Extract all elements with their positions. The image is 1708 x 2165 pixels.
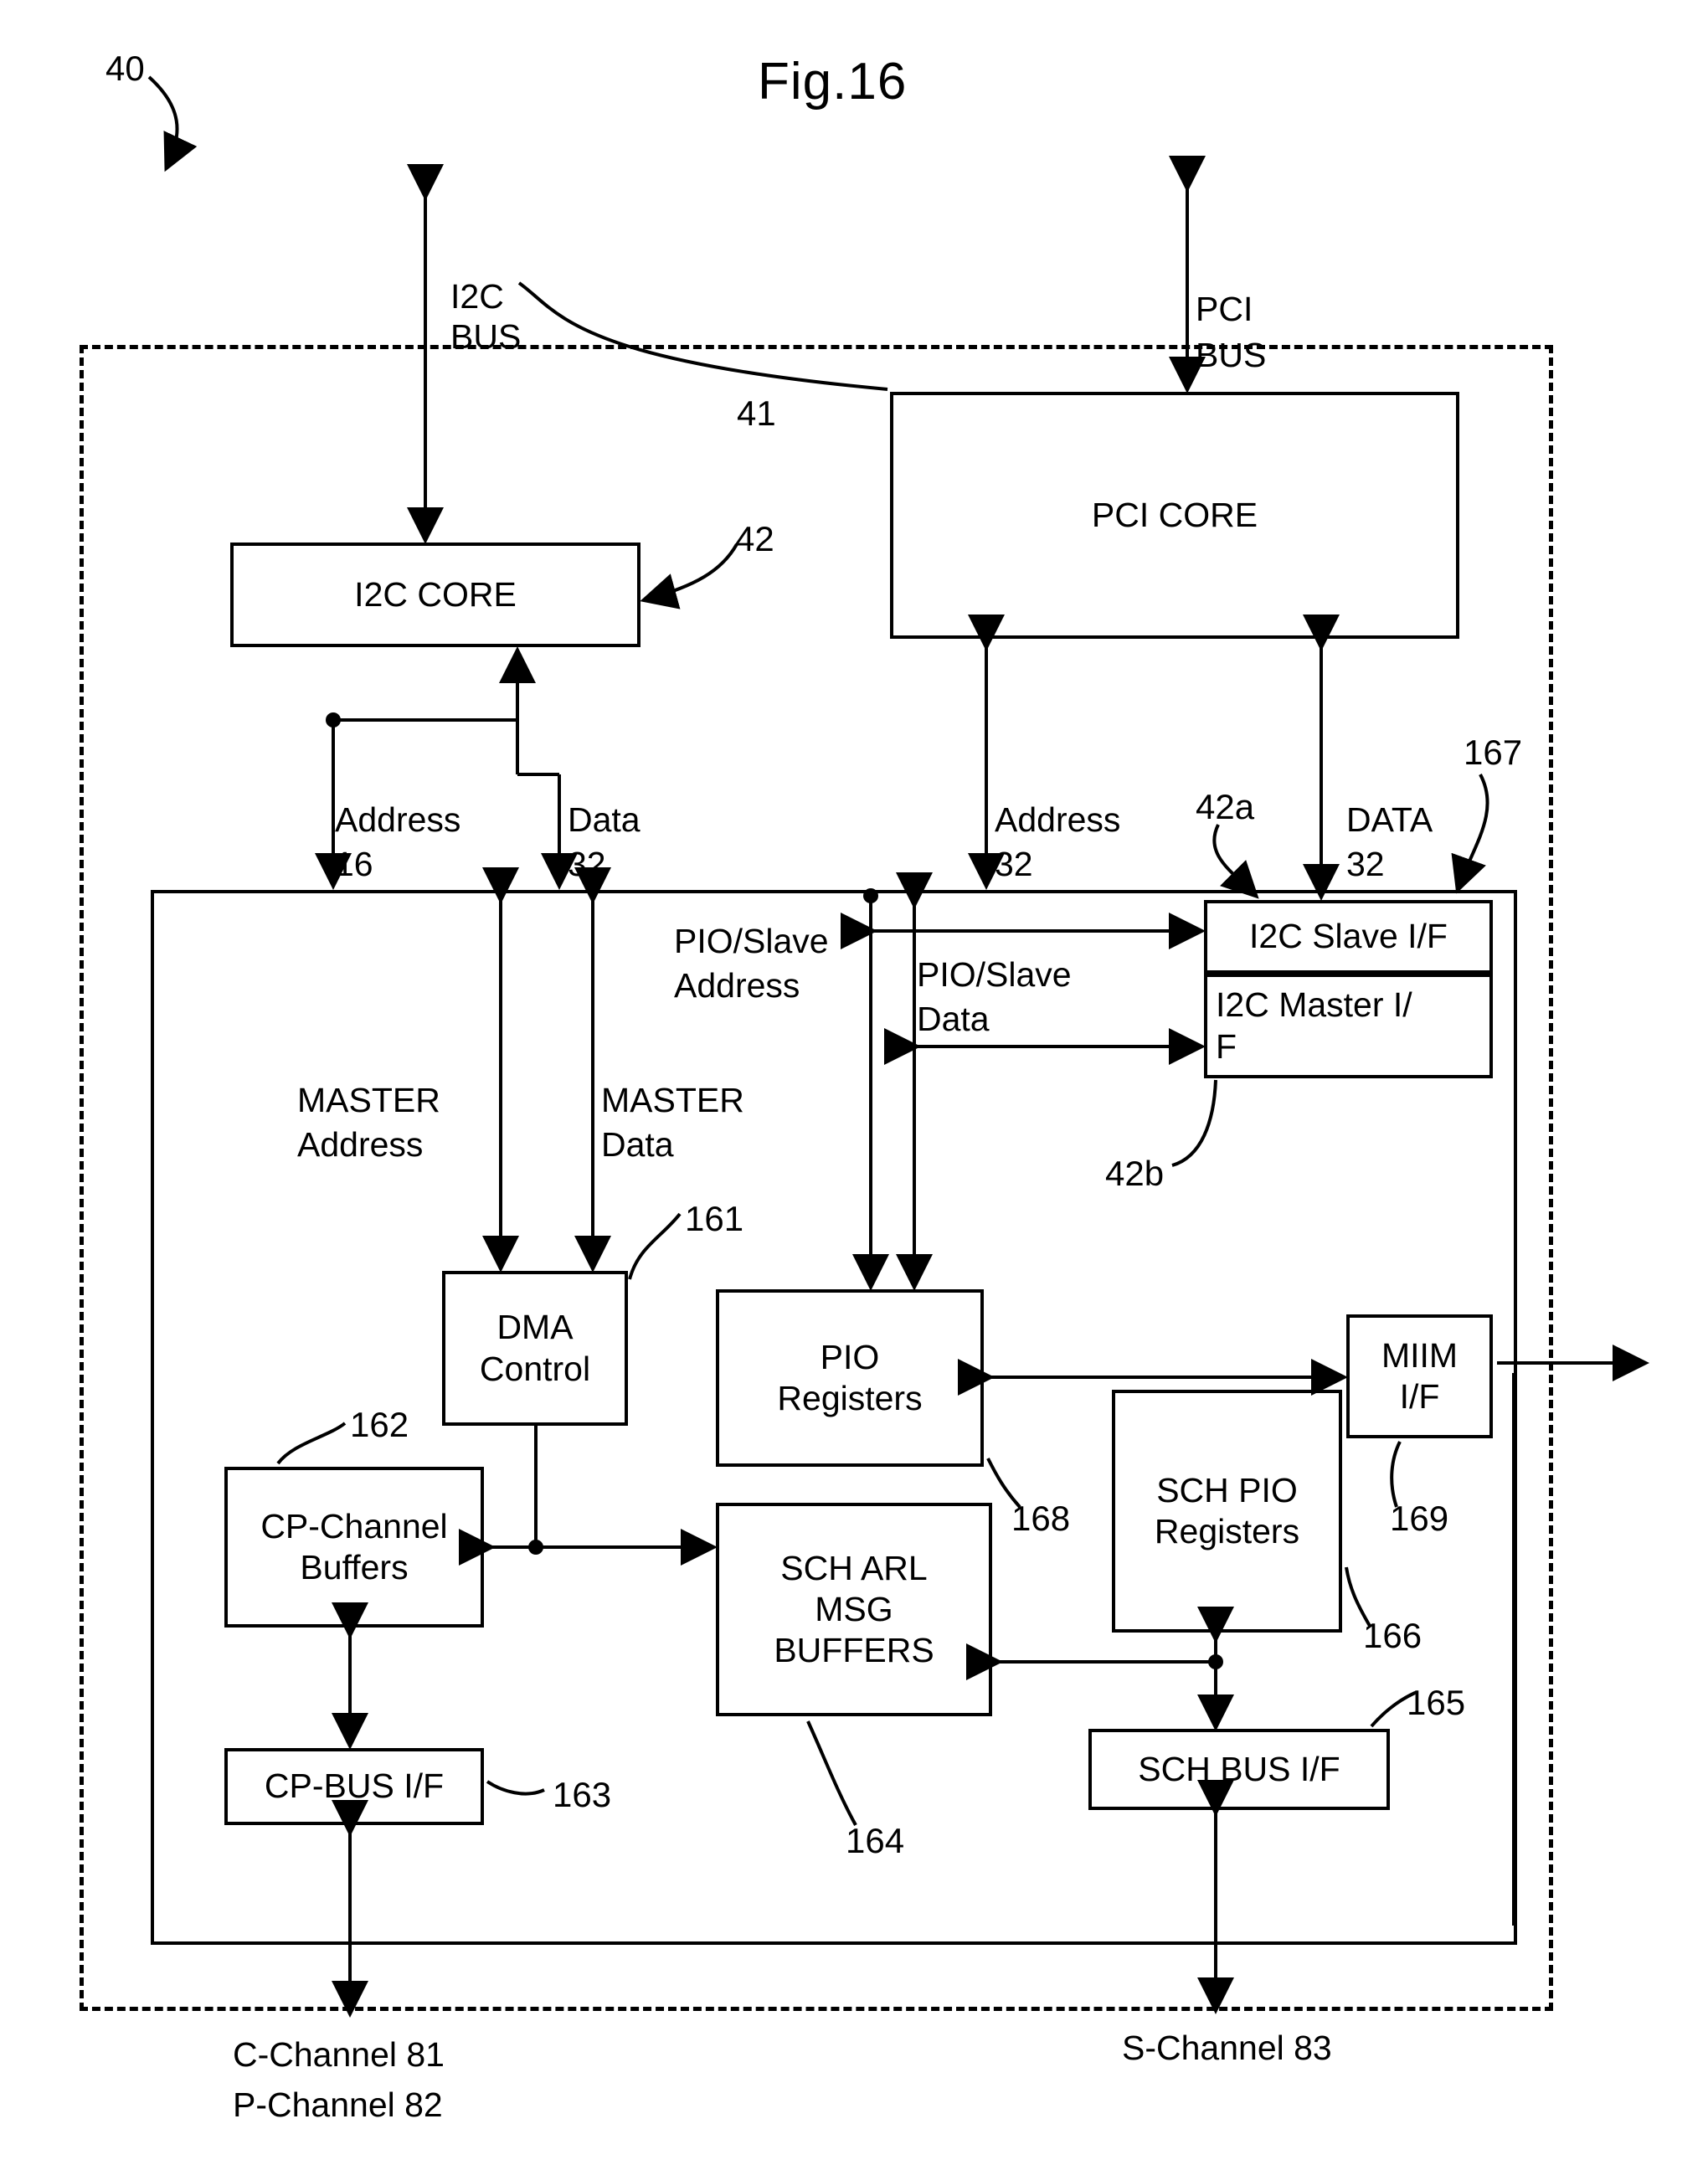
label-s-channel: S-Channel 83	[1122, 2029, 1332, 2067]
block-pio-registers-label-line1: PIO	[820, 1337, 880, 1376]
reference-165: 165	[1407, 1683, 1466, 1722]
block-i2c-core-label: I2C CORE	[354, 574, 517, 614]
block-miim-if-label-line1: MIIM	[1381, 1335, 1458, 1375]
label-master-address-line1: MASTER	[297, 1081, 440, 1119]
block-sch-arl-msg-buffers-label-line2: MSG	[815, 1589, 893, 1628]
label-master-data-line2: Data	[601, 1125, 674, 1164]
block-i2c-core[interactable]: I2C CORE	[230, 543, 640, 647]
reference-42: 42	[735, 519, 774, 558]
block-sch-arl-msg-buffers-label-line1: SCH ARL	[780, 1548, 928, 1587]
block-pci-core[interactable]: PCI CORE	[890, 392, 1459, 639]
reference-164: 164	[846, 1821, 905, 1860]
label-i2c-bus-line1: I2C	[450, 277, 504, 316]
block-dma-control-label-line1: DMA	[496, 1308, 574, 1347]
label-pci-data-name: DATA	[1346, 800, 1433, 839]
reference-169: 169	[1390, 1499, 1449, 1538]
reference-168: 168	[1011, 1499, 1071, 1538]
reference-42b: 42b	[1105, 1154, 1165, 1193]
reference-161: 161	[685, 1199, 744, 1238]
block-dma-control[interactable]: DMA Control	[442, 1271, 628, 1426]
block-cp-channel-buffers-label-line2: Buffers	[300, 1548, 409, 1586]
label-master-data-line1: MASTER	[601, 1081, 744, 1119]
label-pci-bus-line2: BUS	[1196, 336, 1267, 374]
label-i2c-bus: I2C BUS	[450, 276, 521, 357]
label-p-channel: P-Channel 82	[233, 2085, 443, 2124]
block-i2c-master-if[interactable]: I2C Master I/ F	[1204, 974, 1493, 1078]
block-pci-core-label: PCI CORE	[1091, 495, 1258, 534]
block-sch-pio-registers[interactable]: SCH PIO Registers	[1112, 1390, 1342, 1633]
label-pci-data-width: 32	[1346, 845, 1385, 883]
block-cp-channel-buffers[interactable]: CP-Channel Buffers	[224, 1467, 484, 1628]
reference-162: 162	[350, 1405, 409, 1444]
label-pio-slave-address-line1: PIO/Slave	[674, 922, 829, 960]
label-pci-address-name: Address	[995, 800, 1121, 839]
label-pio-slave-address-line2: Address	[674, 966, 800, 1005]
block-miim-if-label-line2: I/F	[1399, 1377, 1440, 1416]
label-i2c-bus-line2: BUS	[450, 317, 522, 357]
label-i2c-data-name: Data	[568, 800, 640, 839]
block-i2c-slave-if[interactable]: I2C Slave I/F	[1204, 900, 1493, 974]
block-sch-pio-registers-label-line2: Registers	[1154, 1512, 1300, 1550]
block-i2c-master-if-label-line1: I2C Master I/	[1216, 985, 1412, 1025]
block-pio-registers[interactable]: PIO Registers	[716, 1289, 984, 1467]
patent-figure-page: Fig.16 40 I2C CORE PCI CORE I2C Slave I/…	[0, 0, 1708, 2165]
reference-40: 40	[105, 49, 145, 88]
block-cp-channel-buffers-label-line1: CP-Channel	[260, 1506, 448, 1545]
label-pci-address-width: 32	[995, 845, 1033, 883]
label-i2c-address-width: 16	[335, 845, 373, 883]
reference-42a: 42a	[1196, 787, 1255, 826]
label-master-address-line2: Address	[297, 1125, 424, 1164]
label-i2c-data-width: 32	[568, 845, 606, 883]
label-c-channel: C-Channel 81	[233, 2035, 445, 2074]
block-sch-arl-msg-buffers-label-line3: BUFFERS	[774, 1631, 934, 1670]
block-cp-bus-if-label: CP-BUS I/F	[264, 1766, 445, 1806]
label-pci-bus-line1: PCI	[1196, 290, 1253, 328]
block-i2c-slave-if-label: I2C Slave I/F	[1249, 917, 1448, 956]
reference-41: 41	[737, 393, 776, 433]
reference-166: 166	[1363, 1616, 1422, 1655]
block-sch-pio-registers-label-line1: SCH PIO	[1156, 1470, 1298, 1509]
reference-167: 167	[1464, 733, 1523, 772]
label-pio-slave-data-line2: Data	[917, 1000, 990, 1038]
block-sch-bus-if[interactable]: SCH BUS I/F	[1088, 1729, 1390, 1810]
label-pio-slave-data-line1: PIO/Slave	[917, 955, 1072, 994]
label-i2c-address-name: Address	[335, 800, 461, 839]
block-sch-bus-if-label: SCH BUS I/F	[1138, 1749, 1340, 1788]
block-sch-arl-msg-buffers[interactable]: SCH ARL MSG BUFFERS	[716, 1503, 992, 1716]
reference-163: 163	[553, 1775, 612, 1814]
block-cp-bus-if[interactable]: CP-BUS I/F	[224, 1748, 484, 1825]
block-i2c-master-if-label-line2: F	[1216, 1026, 1237, 1066]
figure-title: Fig.16	[758, 53, 908, 111]
block-dma-control-label-line2: Control	[479, 1349, 591, 1388]
block-pio-registers-label-line2: Registers	[777, 1379, 923, 1417]
block-miim-if[interactable]: MIIM I/F	[1346, 1314, 1493, 1438]
